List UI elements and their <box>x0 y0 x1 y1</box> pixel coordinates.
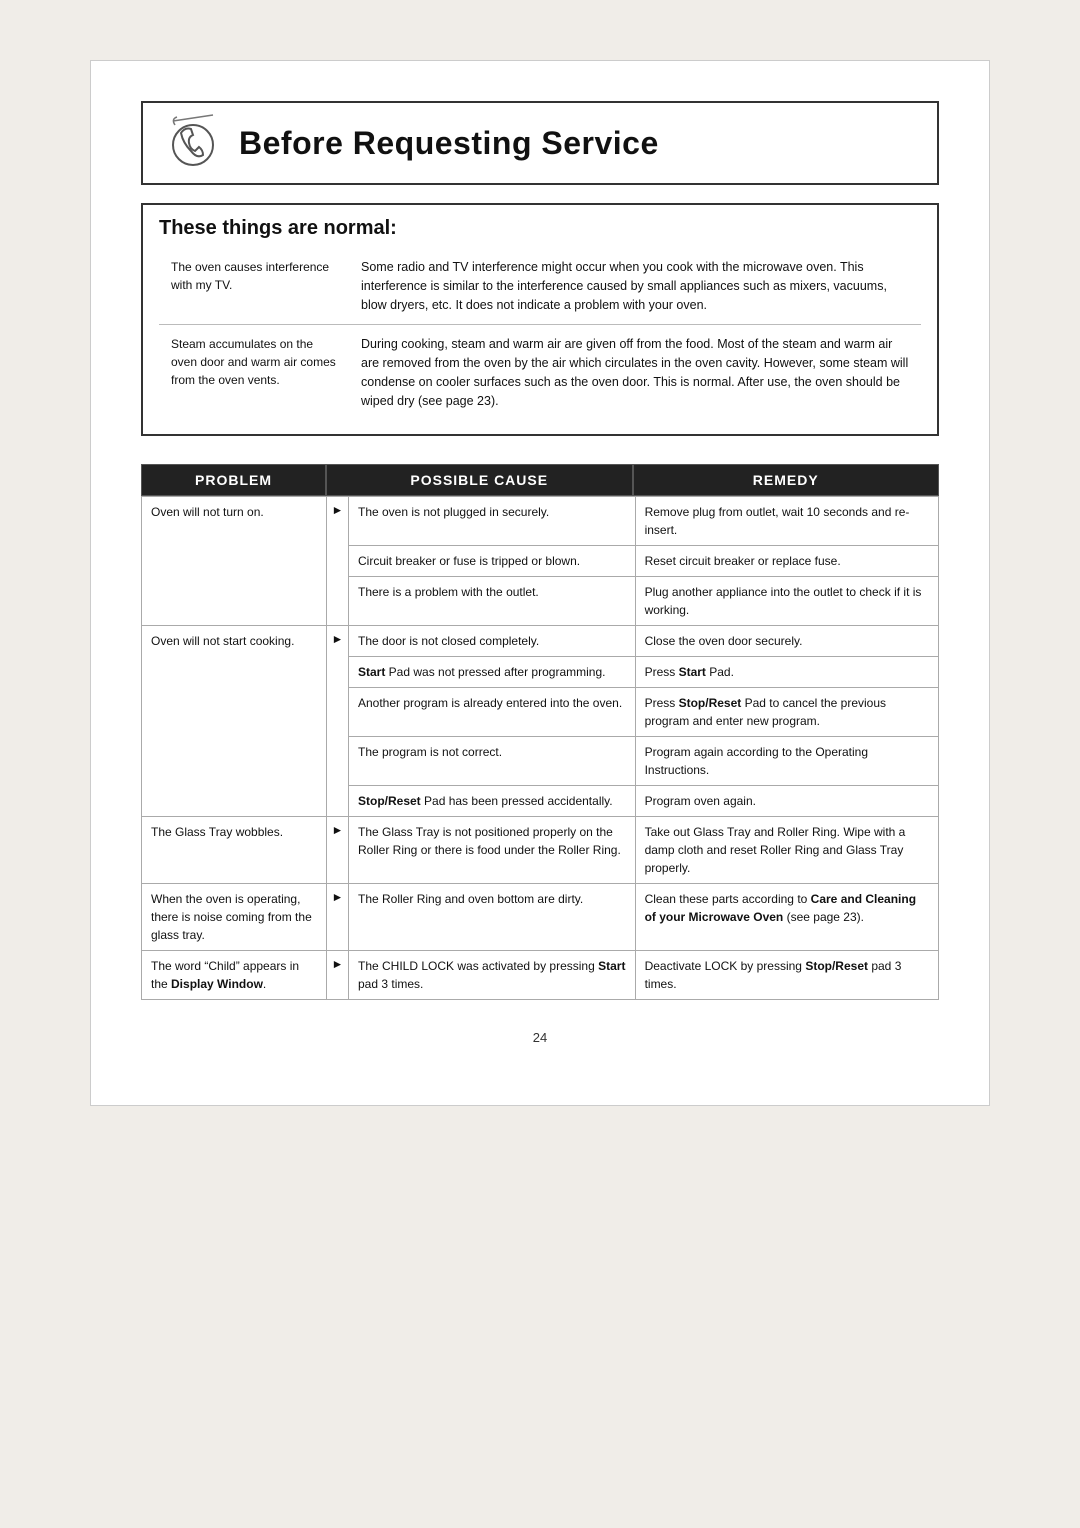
table-row: Oven will not turn on.►The oven is not p… <box>142 497 939 546</box>
main-title: Before Requesting Service <box>239 125 659 162</box>
remedy-cell-2-0: Take out Glass Tray and Roller Ring. Wip… <box>635 817 938 884</box>
cause-cell-0-2: There is a problem with the outlet. <box>349 577 636 626</box>
table-row: Oven will not start cooking.►The door is… <box>142 626 939 657</box>
remedy-cell-0-2: Plug another appliance into the outlet t… <box>635 577 938 626</box>
normal-table: The oven causes interference with my TV.… <box>159 250 921 418</box>
remedy-cell-1-2: Press Stop/Reset Pad to cancel the previ… <box>635 688 938 737</box>
remedy-cell-0-0: Remove plug from outlet, wait 10 seconds… <box>635 497 938 546</box>
arrow-4: ► <box>327 951 349 1000</box>
table-row: The Glass Tray wobbles.►The Glass Tray i… <box>142 817 939 884</box>
phone-icon <box>163 113 223 173</box>
normal-explanation-1: During cooking, steam and warm air are g… <box>349 325 921 419</box>
problem-header: PROBLEM <box>141 464 326 496</box>
arrow-2: ► <box>327 817 349 884</box>
problem-cell-2: The Glass Tray wobbles. <box>142 817 327 884</box>
remedy-cell-1-1: Press Start Pad. <box>635 657 938 688</box>
table-header: PROBLEM POSSIBLE CAUSE REMEDY <box>141 464 939 496</box>
normal-problem-0: The oven causes interference with my TV. <box>159 250 349 325</box>
table-row: When the oven is operating, there is noi… <box>142 884 939 951</box>
cause-cell-1-3: The program is not correct. <box>349 737 636 786</box>
arrow-0: ► <box>327 497 349 626</box>
remedy-header: REMEDY <box>633 464 940 496</box>
normal-explanation-0: Some radio and TV interference might occ… <box>349 250 921 325</box>
page-number: 24 <box>141 1030 939 1045</box>
remedy-cell-1-3: Program again according to the Operating… <box>635 737 938 786</box>
cause-cell-2-0: The Glass Tray is not positioned properl… <box>349 817 636 884</box>
cause-cell-0-1: Circuit breaker or fuse is tripped or bl… <box>349 546 636 577</box>
table-row: The word “Child” appears in the Display … <box>142 951 939 1000</box>
cause-cell-1-0: The door is not closed completely. <box>349 626 636 657</box>
arrow-1: ► <box>327 626 349 817</box>
problem-cell-1: Oven will not start cooking. <box>142 626 327 817</box>
cause-cell-3-0: The Roller Ring and oven bottom are dirt… <box>349 884 636 951</box>
cause-header: POSSIBLE CAUSE <box>326 464 633 496</box>
normal-heading: These things are normal: <box>159 217 921 240</box>
problem-cell-4: The word “Child” appears in the Display … <box>142 951 327 1000</box>
cause-cell-1-4: Stop/Reset Pad has been pressed accident… <box>349 786 636 817</box>
page: Before Requesting Service These things a… <box>90 60 990 1106</box>
remedy-cell-1-4: Program oven again. <box>635 786 938 817</box>
remedy-cell-3-0: Clean these parts according to Care and … <box>635 884 938 951</box>
problem-cell-0: Oven will not turn on. <box>142 497 327 626</box>
cause-cell-1-2: Another program is already entered into … <box>349 688 636 737</box>
normal-section: These things are normal: The oven causes… <box>141 203 939 436</box>
arrow-3: ► <box>327 884 349 951</box>
remedy-cell-1-0: Close the oven door securely. <box>635 626 938 657</box>
problem-cell-3: When the oven is operating, there is noi… <box>142 884 327 951</box>
cause-cell-4-0: The CHILD LOCK was activated by pressing… <box>349 951 636 1000</box>
title-section: Before Requesting Service <box>141 101 939 185</box>
pct-table: Oven will not turn on.►The oven is not p… <box>141 496 939 1000</box>
cause-cell-1-1: Start Pad was not pressed after programm… <box>349 657 636 688</box>
cause-cell-0-0: The oven is not plugged in securely. <box>349 497 636 546</box>
remedy-cell-4-0: Deactivate LOCK by pressing Stop/Reset p… <box>635 951 938 1000</box>
normal-problem-1: Steam accumulates on the oven door and w… <box>159 325 349 419</box>
remedy-cell-0-1: Reset circuit breaker or replace fuse. <box>635 546 938 577</box>
